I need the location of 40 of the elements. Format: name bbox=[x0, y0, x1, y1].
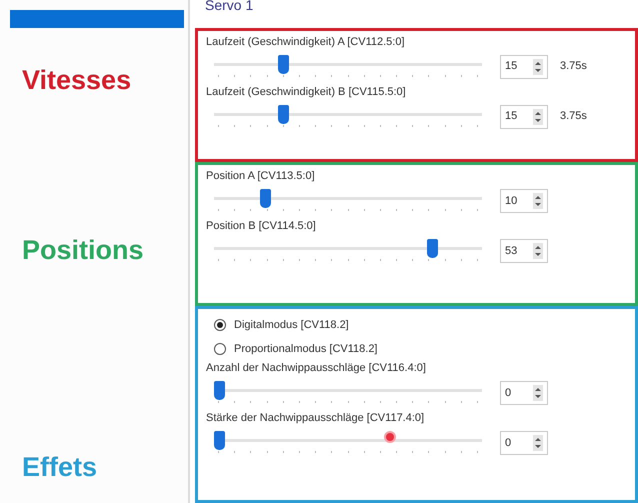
number-spinner[interactable]: 53 bbox=[500, 239, 548, 264]
spinner-value: 0 bbox=[505, 436, 512, 451]
panel-title: Servo 1 bbox=[204, 0, 254, 14]
number-spinner[interactable]: 0 bbox=[500, 381, 548, 406]
slider-label: Laufzeit (Geschwindigkeit) A [CV112.5:0] bbox=[206, 34, 406, 49]
spinner-value: 10 bbox=[505, 194, 518, 210]
spinner-value: 15 bbox=[505, 59, 518, 74]
spin-arrows-icon[interactable] bbox=[533, 385, 543, 402]
radio-option[interactable]: Proportionalmodus [CV118.2] bbox=[206, 337, 627, 362]
spinner-value: 0 bbox=[505, 386, 512, 401]
section-label: Positions bbox=[22, 234, 144, 265]
time-reading: 3.75s bbox=[560, 59, 587, 74]
spinner-value: 53 bbox=[505, 244, 518, 260]
slider-label: Anzahl der Nachwippausschläge [CV116.4:0] bbox=[206, 361, 427, 376]
time-reading: 3.75s bbox=[560, 109, 587, 124]
number-spinner[interactable]: 0 bbox=[500, 431, 548, 456]
slider-thumb[interactable] bbox=[278, 104, 290, 124]
slider-thumb[interactable] bbox=[427, 239, 438, 258]
slider-label: Position A [CV113.5:0] bbox=[206, 169, 316, 184]
spinner-value: 15 bbox=[505, 109, 518, 124]
radio-option[interactable]: Digitalmodus [CV118.2] bbox=[206, 313, 627, 338]
spin-arrows-icon[interactable] bbox=[533, 193, 543, 210]
slider-thumb[interactable] bbox=[214, 381, 225, 400]
slider-thumb[interactable] bbox=[260, 189, 272, 208]
spin-arrows-icon[interactable] bbox=[533, 435, 543, 452]
radio-circle[interactable] bbox=[214, 319, 226, 332]
click-marker-icon bbox=[384, 431, 396, 444]
section-label: Vitesses bbox=[22, 65, 132, 95]
spin-arrows-icon[interactable] bbox=[533, 58, 543, 75]
slider-label: Laufzeit (Geschwindigkeit) B [CV115.5:0] bbox=[206, 84, 407, 99]
slider-thumb[interactable] bbox=[214, 431, 225, 450]
slider-thumb[interactable] bbox=[278, 54, 290, 74]
number-spinner[interactable]: 15 bbox=[500, 104, 548, 129]
slider-label: Stärke der Nachwippausschläge [CV117.4:0] bbox=[206, 411, 426, 426]
spin-arrows-icon[interactable] bbox=[533, 243, 543, 260]
number-spinner[interactable]: 10 bbox=[500, 189, 548, 214]
slider-label: Position B [CV114.5:0] bbox=[206, 219, 317, 234]
number-spinner[interactable]: 15 bbox=[500, 54, 548, 79]
spin-arrows-icon[interactable] bbox=[533, 108, 543, 125]
section-label: Effets bbox=[22, 452, 98, 482]
